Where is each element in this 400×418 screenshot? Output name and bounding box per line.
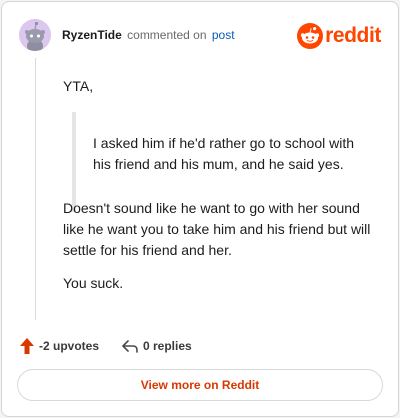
action-text: commented on: [127, 28, 207, 42]
snoo-avatar-icon[interactable]: [19, 19, 51, 51]
author-line: RyzenTide commented on post: [62, 28, 235, 42]
quote-text: I asked him if he'd rather go to school …: [93, 135, 355, 172]
reply-arrow-icon: [122, 340, 138, 353]
reply-count[interactable]: 0 replies: [121, 336, 192, 356]
comment-paragraph: You suck.: [63, 275, 124, 291]
upvote-label: -2 upvotes: [39, 339, 100, 353]
comment-opening: YTA,: [63, 78, 94, 94]
replies-label: 0 replies: [143, 339, 192, 353]
brand-wordmark: reddit: [325, 24, 381, 47]
upvote-arrow-icon: [20, 338, 34, 354]
comment-header: RyzenTide commented on post reddit: [19, 19, 381, 51]
author-name[interactable]: RyzenTide: [62, 28, 122, 42]
comment-footer: -2 upvotes 0 replies: [19, 336, 379, 356]
view-more-button[interactable]: View more on Reddit: [17, 369, 383, 401]
comment-embed-card: RyzenTide commented on post reddit YTA, …: [1, 1, 399, 417]
thread-line: [35, 58, 36, 320]
comment-paragraph: Doesn't sound like he want to go with he…: [63, 200, 371, 258]
reddit-logo-icon: [297, 23, 323, 49]
upvote-count[interactable]: -2 upvotes: [19, 336, 99, 356]
post-link[interactable]: post: [212, 28, 235, 42]
blockquote: I asked him if he'd rather go to school …: [72, 112, 372, 212]
